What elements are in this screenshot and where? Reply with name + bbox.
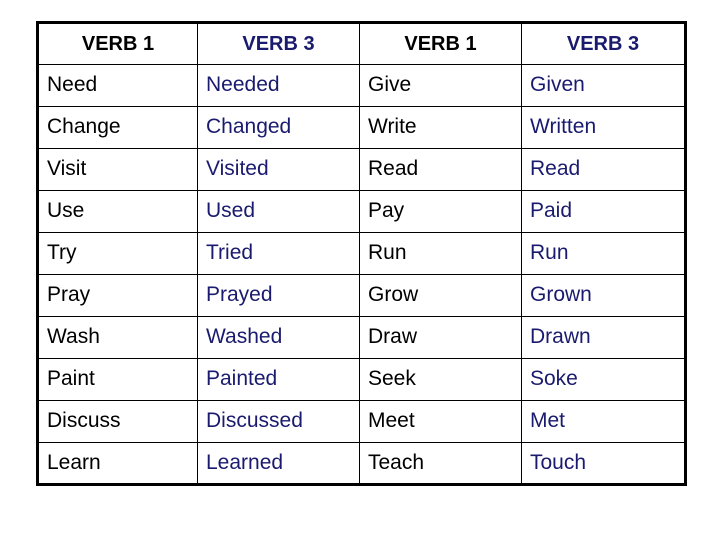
cell-verb1-right: Give <box>359 64 522 107</box>
cell-verb3-left: Visited <box>197 148 360 191</box>
table-row: Try Tried Run Run <box>37 232 686 275</box>
cell-verb1-right: Meet <box>359 400 522 443</box>
table-row: Visit Visited Read Read <box>37 148 686 191</box>
cell-verb3-right: Read <box>521 148 686 191</box>
cell-verb1-right: Draw <box>359 316 522 359</box>
cell-verb1-left: Need <box>37 64 198 107</box>
cell-verb1-left: Learn <box>37 442 198 485</box>
cell-verb3-right: Touch <box>521 442 686 485</box>
cell-verb3-left: Needed <box>197 64 360 107</box>
column-header-verb3-right: VERB 3 <box>521 22 686 65</box>
table-header: VERB 1 VERB 3 VERB 1 VERB 3 <box>37 22 686 65</box>
cell-verb1-right: Pay <box>359 190 522 233</box>
cell-verb1-left: Wash <box>37 316 198 359</box>
header-row: VERB 1 VERB 3 VERB 1 VERB 3 <box>37 22 686 65</box>
table-row: Change Changed Write Written <box>37 106 686 149</box>
cell-verb3-left: Learned <box>197 442 360 485</box>
cell-verb1-left: Use <box>37 190 198 233</box>
cell-verb1-right: Run <box>359 232 522 275</box>
cell-verb1-right: Seek <box>359 358 522 401</box>
cell-verb3-left: Discussed <box>197 400 360 443</box>
cell-verb3-right: Run <box>521 232 686 275</box>
cell-verb3-left: Tried <box>197 232 360 275</box>
verb-forms-table: VERB 1 VERB 3 VERB 1 VERB 3 Need Needed … <box>36 21 687 486</box>
cell-verb1-left: Change <box>37 106 198 149</box>
table-row: Need Needed Give Given <box>37 64 686 107</box>
cell-verb3-left: Washed <box>197 316 360 359</box>
cell-verb1-left: Pray <box>37 274 198 317</box>
cell-verb1-right: Grow <box>359 274 522 317</box>
cell-verb3-right: Soke <box>521 358 686 401</box>
table-row: Wash Washed Draw Drawn <box>37 316 686 359</box>
cell-verb1-right: Write <box>359 106 522 149</box>
cell-verb1-right: Read <box>359 148 522 191</box>
column-header-verb1-right: VERB 1 <box>359 22 522 65</box>
cell-verb3-left: Changed <box>197 106 360 149</box>
cell-verb1-left: Visit <box>37 148 198 191</box>
cell-verb1-left: Paint <box>37 358 198 401</box>
cell-verb3-right: Written <box>521 106 686 149</box>
column-header-verb3-left: VERB 3 <box>197 22 360 65</box>
table-row: Pray Prayed Grow Grown <box>37 274 686 317</box>
slide-canvas: VERB 1 VERB 3 VERB 1 VERB 3 Need Needed … <box>0 0 720 540</box>
cell-verb3-left: Prayed <box>197 274 360 317</box>
table-body: Need Needed Give Given Change Changed Wr… <box>37 64 686 485</box>
cell-verb1-left: Discuss <box>37 400 198 443</box>
table-row: Discuss Discussed Meet Met <box>37 400 686 443</box>
cell-verb1-right: Teach <box>359 442 522 485</box>
cell-verb3-right: Given <box>521 64 686 107</box>
cell-verb3-left: Painted <box>197 358 360 401</box>
cell-verb3-right: Drawn <box>521 316 686 359</box>
cell-verb3-right: Met <box>521 400 686 443</box>
cell-verb3-left: Used <box>197 190 360 233</box>
table-row: Use Used Pay Paid <box>37 190 686 233</box>
table-row: Learn Learned Teach Touch <box>37 442 686 485</box>
column-header-verb1-left: VERB 1 <box>37 22 198 65</box>
cell-verb3-right: Grown <box>521 274 686 317</box>
cell-verb1-left: Try <box>37 232 198 275</box>
table-row: Paint Painted Seek Soke <box>37 358 686 401</box>
cell-verb3-right: Paid <box>521 190 686 233</box>
